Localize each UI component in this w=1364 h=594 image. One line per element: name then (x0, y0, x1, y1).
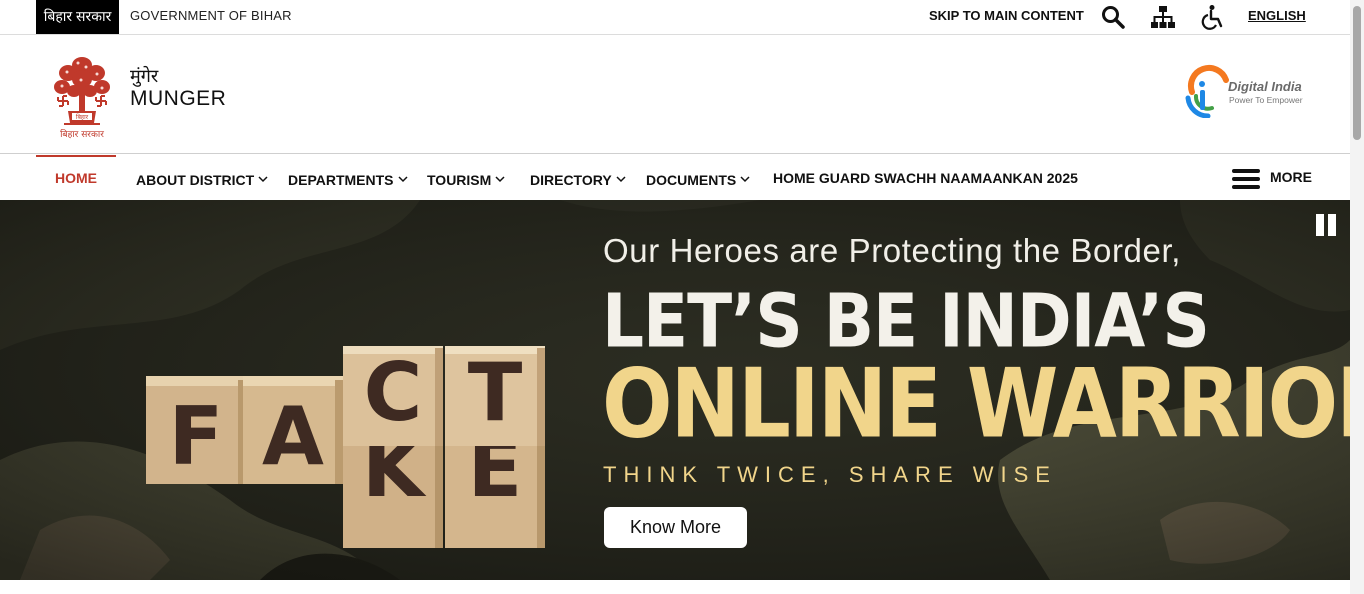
gov-english-link[interactable]: GOVERNMENT OF BIHAR (130, 8, 292, 23)
block-letter: T (467, 346, 523, 439)
wooden-block-f: F (146, 376, 246, 484)
nav-item-label: DEPARTMENTS (288, 172, 394, 188)
block-letter: A (262, 390, 324, 483)
chevron-down-icon (258, 170, 268, 186)
active-nav-indicator (36, 155, 116, 157)
accessibility-icon[interactable] (1200, 4, 1226, 30)
digital-india-logo[interactable]: Digital India Power To Empower (1182, 64, 1314, 119)
top-bar: बिहार सरकार GOVERNMENT OF BIHAR SKIP TO … (0, 0, 1350, 35)
nav-item-directory[interactable]: DIRECTORY (530, 170, 626, 188)
skip-to-main-content-link[interactable]: SKIP TO MAIN CONTENT (929, 8, 1084, 23)
chevron-down-icon (616, 170, 626, 186)
nav-item-home-guard-swachh[interactable]: HOME GUARD SWACHH NAAMAANKAN 2025 (773, 170, 1078, 186)
language-selector[interactable]: ENGLISH (1248, 8, 1306, 23)
bihar-emblem-logo[interactable]: बिहार बिहार सरकार (50, 51, 114, 143)
block-letter: C (363, 346, 423, 439)
nav-item-label: ABOUT DISTRICT (136, 172, 255, 188)
hero-banner: F A K E C T Our Heroes are Protecting th… (0, 200, 1350, 580)
district-name-hindi: मुंगेर (130, 66, 159, 86)
wooden-block-e: E (445, 422, 545, 548)
pause-icon[interactable] (1316, 214, 1338, 236)
nav-item-documents[interactable]: DOCUMENTS (646, 170, 750, 188)
nav-item-departments[interactable]: DEPARTMENTS (288, 170, 408, 188)
nav-item-label: HOME (55, 170, 97, 186)
hamburger-menu-icon[interactable] (1232, 167, 1262, 191)
wooden-block-c: C (343, 346, 443, 446)
svg-text:बिहार: बिहार (76, 113, 89, 121)
search-icon[interactable] (1100, 4, 1126, 30)
gov-hindi-link[interactable]: बिहार सरकार (36, 0, 119, 34)
banner-heading-line3: ONLINE WARRIORS (602, 348, 1350, 460)
scrollbar-thumb[interactable] (1353, 6, 1361, 140)
chevron-down-icon (495, 170, 505, 186)
wooden-block-t: T (445, 346, 545, 446)
wooden-block-a: A (243, 376, 343, 484)
nav-item-home[interactable]: HOME (55, 170, 97, 186)
nav-item-about-district[interactable]: ABOUT DISTRICT (136, 170, 268, 188)
vertical-scrollbar[interactable] (1350, 0, 1364, 594)
wooden-block-k: K (343, 422, 443, 548)
chevron-down-icon (740, 170, 750, 186)
nav-item-label: HOME GUARD SWACHH NAAMAANKAN 2025 (773, 170, 1078, 186)
site-header: बिहार बिहार सरकार मुंगेर MUNGER Digital … (0, 35, 1350, 154)
chevron-down-icon (398, 170, 408, 186)
sitemap-icon[interactable] (1150, 4, 1176, 30)
banner-heading-line1: Our Heroes are Protecting the Border, (603, 232, 1181, 269)
nav-item-label: TOURISM (427, 172, 492, 188)
more-menu-button[interactable]: MORE (1270, 169, 1312, 185)
digital-india-title: Digital India (1228, 79, 1302, 94)
emblem-caption: बिहार सरकार (60, 128, 104, 140)
digital-india-tagline: Power To Empower (1229, 95, 1303, 105)
district-name-english: MUNGER (130, 87, 227, 110)
nav-item-tourism[interactable]: TOURISM (427, 170, 505, 188)
page: बिहार सरकार GOVERNMENT OF BIHAR SKIP TO … (0, 0, 1364, 594)
block-letter: F (168, 390, 224, 483)
banner-tagline: THINK TWICE, SHARE WISE (603, 462, 1057, 487)
nav-item-label: DIRECTORY (530, 172, 612, 188)
nav-item-label: DOCUMENTS (646, 172, 737, 188)
main-navigation: HOME ABOUT DISTRICT DEPARTMENTS TOURISM … (0, 155, 1350, 200)
know-more-button[interactable]: Know More (604, 507, 747, 548)
